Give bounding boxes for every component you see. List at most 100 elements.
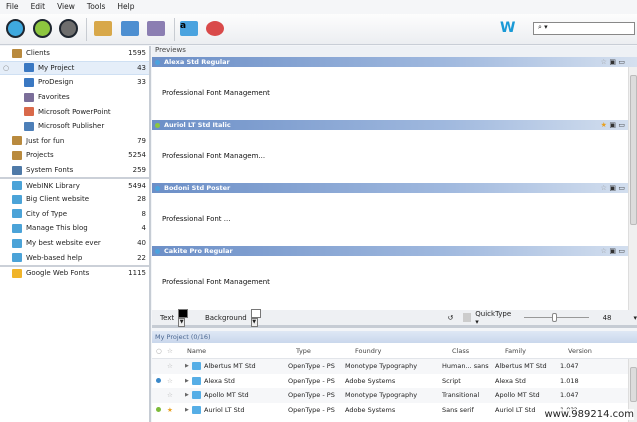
cell-type: OpenType - PS xyxy=(288,376,335,385)
star-icon[interactable]: ☆ xyxy=(601,247,607,255)
expand-icon[interactable]: ▶ xyxy=(185,363,189,369)
preview-item[interactable]: Alexa Std Regular ☆ ▣ ▭ Professional Font … xyxy=(152,57,637,120)
sidebar-item[interactable]: Favorites xyxy=(0,90,149,105)
sidebar-item[interactable]: Clients 1595 xyxy=(0,46,149,61)
info-icon[interactable]: ▣ xyxy=(609,247,616,255)
reset-icon[interactable]: ↺ xyxy=(448,314,454,322)
sidebar-item[interactable]: ○ My Project 43 xyxy=(0,60,149,76)
menu-file[interactable]: File xyxy=(0,0,25,14)
table-row[interactable]: ☆ ▶ Albertus MT Std OpenType - PS Monotype T… xyxy=(152,359,637,374)
info-icon[interactable]: ▣ xyxy=(609,184,616,192)
gray-circle-button[interactable] xyxy=(59,19,78,38)
cell-family: Auriol LT Std xyxy=(495,405,536,414)
menu-view[interactable]: View xyxy=(51,0,81,14)
compare-icon[interactable]: ▭ xyxy=(618,247,625,255)
previews-scrollbar[interactable] xyxy=(628,67,637,310)
star-icon[interactable]: ☆ xyxy=(167,391,173,399)
folder-icon xyxy=(24,107,34,117)
blue-circle-button[interactable] xyxy=(6,19,25,38)
sidebar-item[interactable]: Projects 5254 xyxy=(0,148,149,163)
cell-name: Auriol LT Std xyxy=(204,405,245,414)
star-icon[interactable]: ★ xyxy=(167,406,173,414)
preview-options-bar: Text ▼ Background ▼ ↺ QuickType ▾ 48 ▾ xyxy=(152,308,637,328)
status-dot-icon xyxy=(155,60,160,65)
size-dropdown[interactable]: ▾ xyxy=(633,314,637,322)
col-foundry[interactable]: Foundry xyxy=(355,347,381,355)
folder-icon xyxy=(12,253,22,263)
cell-type: OpenType - PS xyxy=(288,362,335,371)
col-version[interactable]: Version xyxy=(568,347,592,355)
folder-icon xyxy=(12,165,22,175)
menu-help[interactable]: Help xyxy=(111,0,140,14)
text-color-swatch[interactable] xyxy=(178,308,189,318)
brand-logo[interactable]: W xyxy=(500,20,515,36)
menu-edit[interactable]: Edit xyxy=(25,0,52,14)
expand-icon[interactable]: ▶ xyxy=(185,378,189,384)
sidebar-item-count: 43 xyxy=(137,63,146,72)
cell-type: OpenType - PS xyxy=(288,391,335,400)
star-icon[interactable]: ☆ xyxy=(601,58,607,66)
cell-foundry: Monotype Typography xyxy=(345,362,418,371)
page-icon[interactable] xyxy=(463,313,472,322)
col-name[interactable]: Name xyxy=(187,347,206,355)
sidebar-item[interactable]: Web-based help 22 xyxy=(0,250,149,265)
menu-bar: File Edit View Tools Help xyxy=(0,0,637,14)
folder-icon xyxy=(12,194,22,204)
font-activate-icon[interactable]: a xyxy=(180,21,198,36)
cell-foundry: Adobe Systems xyxy=(345,376,396,385)
sidebar-item[interactable]: Big Client website 28 xyxy=(0,192,149,207)
info-icon[interactable]: ▣ xyxy=(609,58,616,66)
background-color-swatch[interactable] xyxy=(250,308,261,318)
sidebar-item[interactable]: My best website ever 40 xyxy=(0,236,149,251)
green-circle-button[interactable] xyxy=(33,19,52,38)
background-color-dropdown[interactable]: ▼ xyxy=(250,317,258,327)
sidebar-item[interactable]: Manage This blog 4 xyxy=(0,221,149,236)
status-dot-icon xyxy=(156,407,161,413)
sidebar-item[interactable]: Microsoft Publisher xyxy=(0,119,149,134)
compare-icon[interactable]: ▭ xyxy=(618,121,625,129)
previews-title: Previews xyxy=(152,46,637,57)
quicktype-button[interactable]: QuickType ▾ xyxy=(475,310,516,326)
star-icon[interactable]: ☆ xyxy=(601,184,607,192)
col-class[interactable]: Class xyxy=(452,347,469,355)
star-icon[interactable]: ☆ xyxy=(167,377,173,385)
new-set-icon[interactable] xyxy=(94,21,112,36)
cell-version: 1.047 xyxy=(560,391,579,400)
table-row[interactable]: ☆ ▶ Alexa Std OpenType - PS Adobe Systems Scr… xyxy=(152,374,637,389)
preview-item[interactable]: Bodoni Std Poster ☆ ▣ ▭ Professional Font … xyxy=(152,183,637,246)
sidebar-item[interactable]: Just for fun 79 xyxy=(0,134,149,149)
cell-version: 1.047 xyxy=(560,362,579,371)
col-family[interactable]: Family xyxy=(505,347,526,355)
compare-icon[interactable]: ▭ xyxy=(618,184,625,192)
preview-item[interactable]: Cakite Pro Regular ☆ ▣ ▭ Professional Font… xyxy=(152,246,637,309)
sidebar-item[interactable]: ProDesign 33 xyxy=(0,75,149,90)
new-font-set-icon[interactable] xyxy=(121,21,139,36)
sidebar-item[interactable]: Google Web Fonts 1115 xyxy=(0,264,149,280)
preview-font-name: Alexa Std Regular xyxy=(164,58,230,66)
star-icon[interactable]: ★ xyxy=(601,121,607,129)
webink-icon[interactable] xyxy=(206,21,224,36)
col-type[interactable]: Type xyxy=(296,347,311,355)
new-smart-set-icon[interactable] xyxy=(147,21,165,36)
sidebar-item[interactable]: System Fonts 259 xyxy=(0,163,149,178)
menu-tools[interactable]: Tools xyxy=(81,0,111,14)
folder-icon xyxy=(12,150,22,160)
sidebar-item[interactable]: WebINK Library 5494 xyxy=(0,177,149,192)
preview-sample-text: Professional Font Managem... xyxy=(162,152,266,160)
sidebar-item-label: Web-based help xyxy=(26,253,83,262)
sidebar-item[interactable]: Microsoft PowerPoint xyxy=(0,104,149,119)
table-row[interactable]: ☆ ▶ Apollo MT Std OpenType - PS Monotype Typ… xyxy=(152,388,637,403)
search-input[interactable]: ⌕ ▾ xyxy=(533,22,635,35)
expand-icon[interactable]: ▶ xyxy=(185,392,189,398)
text-color-dropdown[interactable]: ▼ xyxy=(178,317,186,327)
star-icon[interactable]: ☆ xyxy=(167,362,173,370)
preview-item[interactable]: Auriol LT Std Italic ★ ▣ ▭ Professional Fo… xyxy=(152,120,637,183)
size-slider[interactable] xyxy=(524,313,589,322)
size-field[interactable]: 48 xyxy=(603,314,612,322)
sidebar-item[interactable]: City of Type 8 xyxy=(0,207,149,222)
expand-icon[interactable]: ▶ xyxy=(185,407,189,413)
background-color-label: Background xyxy=(204,313,247,322)
font-family-icon xyxy=(192,376,201,385)
compare-icon[interactable]: ▭ xyxy=(618,58,625,66)
info-icon[interactable]: ▣ xyxy=(609,121,616,129)
